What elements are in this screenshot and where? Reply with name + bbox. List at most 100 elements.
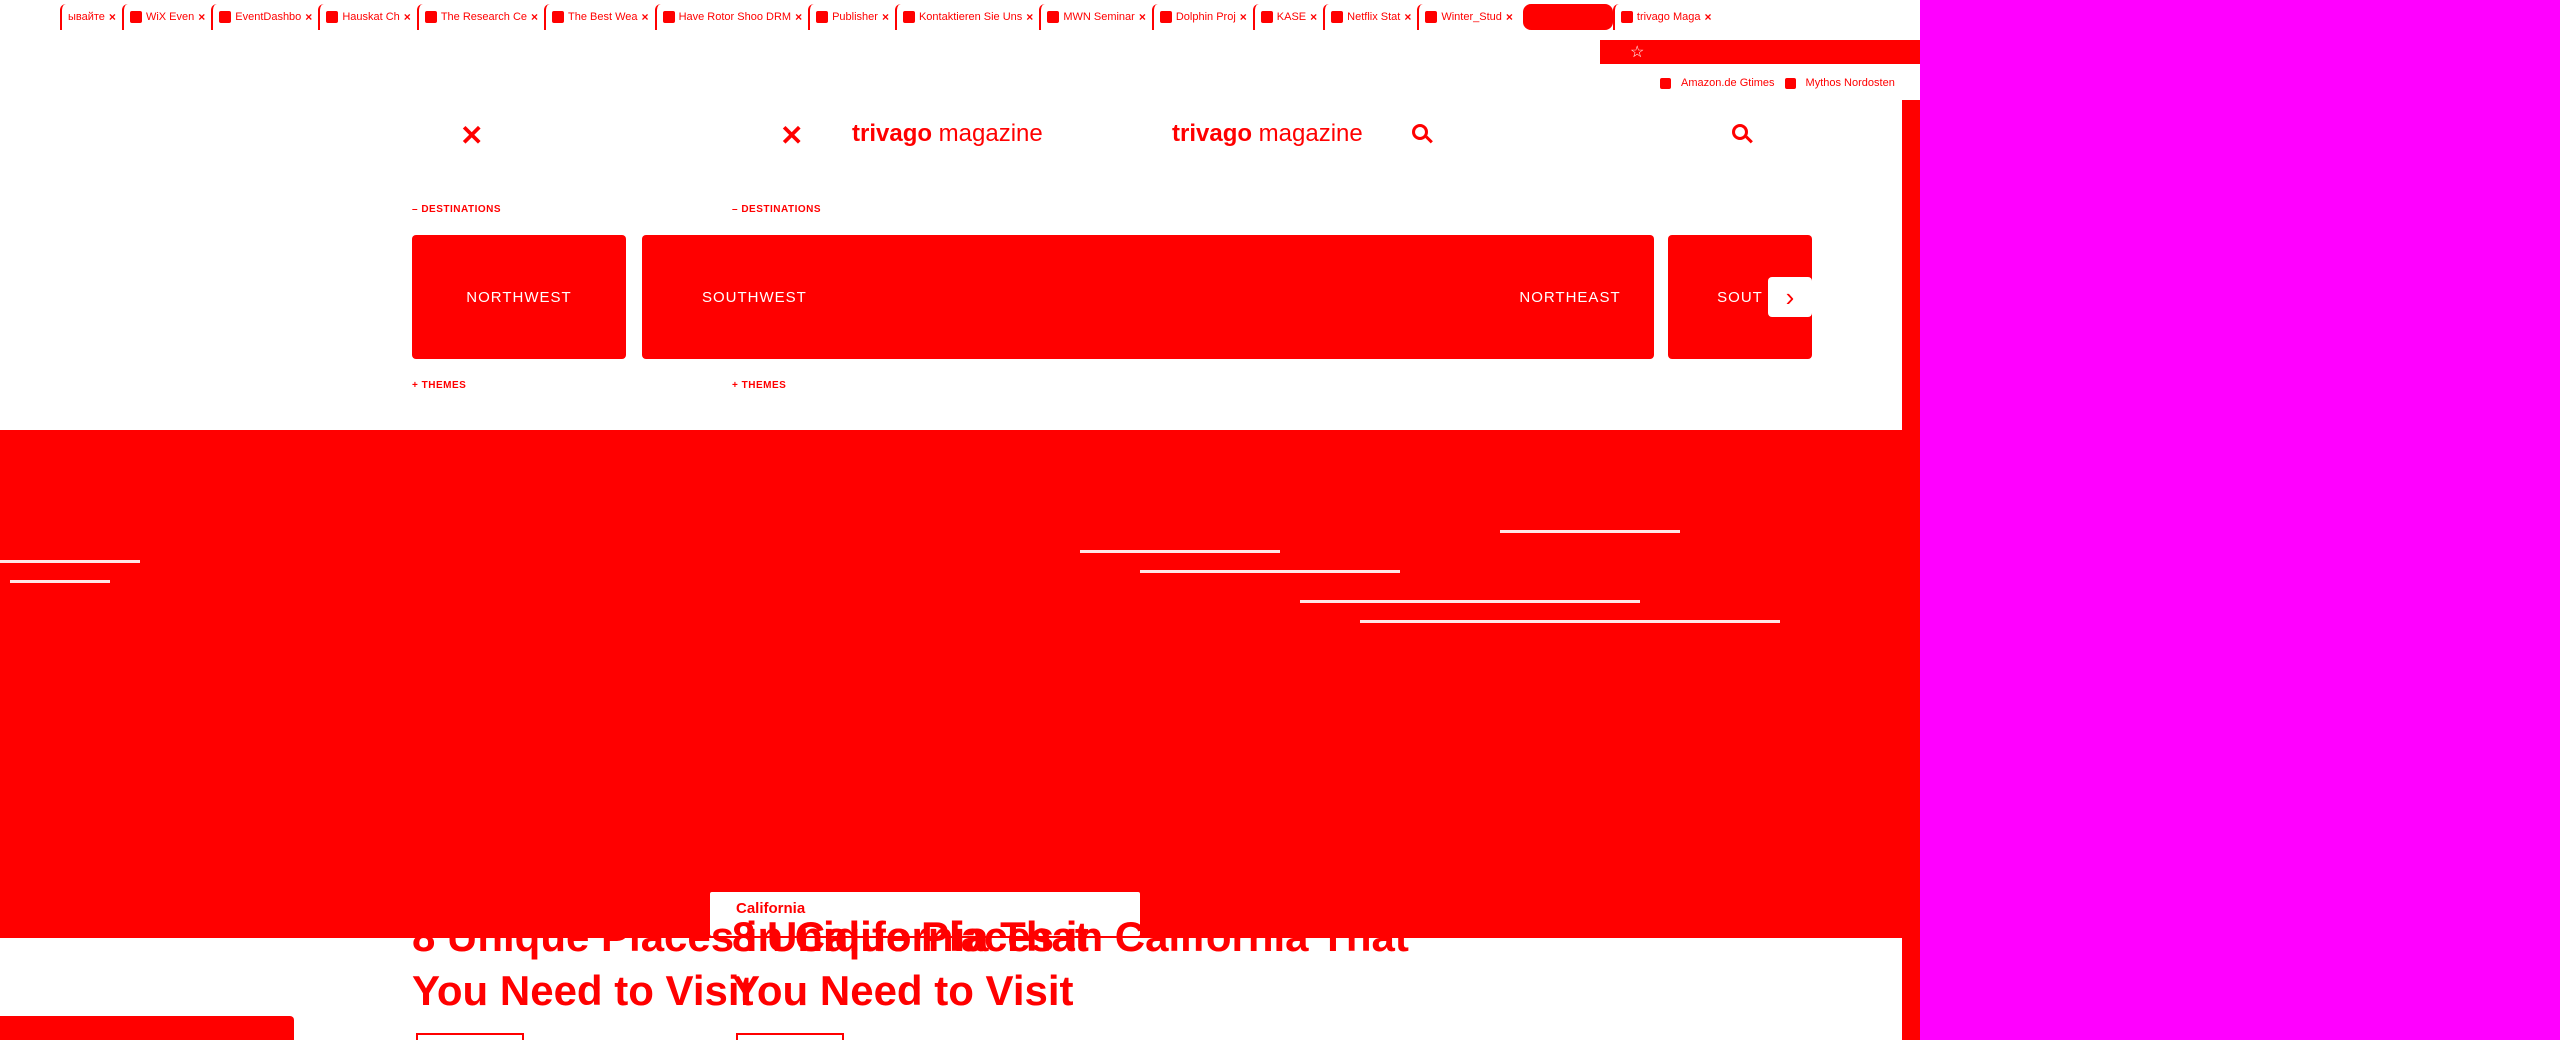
bookmark-icon bbox=[1784, 77, 1796, 89]
destination-card[interactable]: NORTHWEST bbox=[412, 235, 626, 359]
browser-tab[interactable]: WiX Even × bbox=[121, 4, 211, 30]
favicon-icon bbox=[1331, 11, 1344, 23]
browser-tab[interactable]: KASE × bbox=[1252, 4, 1323, 30]
site-header: ✕ ✕ trivago magazine trivago magazine bbox=[420, 108, 1820, 164]
destination-card[interactable]: NORTHEAST bbox=[1486, 235, 1654, 359]
tab-label: KASE bbox=[1276, 11, 1307, 23]
tab-label: Kontaktieren Sie Uns bbox=[918, 11, 1023, 23]
article-title[interactable]: 8 Unique Places in California That You N… bbox=[732, 910, 1409, 1018]
favicon-icon bbox=[902, 11, 915, 23]
close-icon[interactable]: × bbox=[404, 10, 411, 24]
title-line: 8 Unique Places in California That bbox=[732, 913, 1409, 960]
tab-label: Hauskat Ch bbox=[342, 11, 400, 23]
bookmark-icon bbox=[1660, 77, 1671, 89]
destination-label: SOUT bbox=[1717, 288, 1763, 306]
title-line: You Need to Visit bbox=[732, 967, 1074, 1014]
logo[interactable]: trivago magazine bbox=[1172, 120, 1363, 148]
favicon-icon bbox=[1425, 11, 1438, 23]
close-icon[interactable]: × bbox=[305, 10, 312, 24]
browser-tab[interactable]: Dolphin Proj × bbox=[1151, 4, 1253, 30]
themes-label[interactable]: + THEMES bbox=[412, 380, 466, 391]
browser-tab[interactable]: Publisher × bbox=[808, 4, 895, 30]
favicon-icon bbox=[1047, 11, 1060, 23]
browser-tab[interactable]: Have Rotor Shoo DRM × bbox=[654, 4, 809, 30]
close-icon[interactable]: × bbox=[1026, 10, 1033, 24]
close-icon[interactable]: × bbox=[1240, 10, 1247, 24]
chevron-right-icon[interactable]: › bbox=[1768, 277, 1812, 317]
destinations-label[interactable]: – DESTINATIONS bbox=[732, 204, 821, 215]
close-icon[interactable]: × bbox=[1139, 10, 1146, 24]
close-icon[interactable]: × bbox=[795, 10, 802, 24]
address-bar[interactable]: ☆ bbox=[1600, 40, 1920, 64]
close-icon[interactable]: × bbox=[1506, 10, 1513, 24]
browser-tab-active[interactable]: trivago Maga × bbox=[1612, 4, 1718, 30]
favicon-icon bbox=[219, 11, 232, 23]
new-tab-area[interactable] bbox=[1522, 4, 1613, 30]
logo[interactable]: trivago magazine bbox=[852, 120, 1043, 148]
tab-label: Winter_Stud bbox=[1441, 11, 1502, 23]
favicon-icon bbox=[816, 11, 829, 23]
destination-label: NORTHEAST bbox=[1519, 288, 1621, 306]
logo-rest: magazine bbox=[1252, 120, 1363, 147]
tab-label: The Best Wea bbox=[568, 11, 638, 23]
tab-label: MWN Seminar bbox=[1063, 11, 1135, 23]
bookmark-item[interactable]: Amazon.de Gtimes bbox=[1681, 77, 1775, 89]
title-line: You Need to Visit bbox=[412, 967, 754, 1014]
browser-window: ывайте × WiX Even × EventDashbo × Hauskat C… bbox=[0, 0, 1920, 1040]
scrollbar[interactable] bbox=[1902, 100, 1920, 1040]
browser-tab[interactable]: ывайте × bbox=[60, 4, 122, 30]
close-icon[interactable]: × bbox=[109, 10, 116, 24]
logo-rest: magazine bbox=[932, 120, 1043, 147]
destination-label: NORTHWEST bbox=[466, 288, 572, 306]
browser-tab[interactable]: MWN Seminar × bbox=[1039, 4, 1152, 30]
bottom-panel[interactable] bbox=[0, 1016, 294, 1040]
logo-bold: trivago bbox=[852, 120, 933, 147]
search-icon[interactable] bbox=[1732, 124, 1754, 146]
close-icon[interactable]: × bbox=[531, 10, 538, 24]
tab-label: The Research Ce bbox=[440, 11, 528, 23]
close-icon[interactable]: ✕ bbox=[780, 122, 803, 150]
close-icon[interactable]: ✕ bbox=[460, 122, 483, 150]
tab-label: Publisher bbox=[832, 11, 878, 23]
browser-tab[interactable]: EventDashbo × bbox=[211, 4, 318, 30]
search-icon[interactable] bbox=[1412, 124, 1434, 146]
browser-tab[interactable]: Winter_Stud × bbox=[1417, 4, 1519, 30]
tab-label: trivago Maga bbox=[1636, 11, 1701, 23]
close-icon[interactable]: × bbox=[1310, 10, 1317, 24]
destination-carousel: NORTHWEST SOUTHWEST NORTHEAST SOUT › bbox=[412, 235, 1812, 359]
favicon-icon bbox=[662, 11, 675, 23]
tab-label: EventDashbo bbox=[235, 11, 302, 23]
read-more-button[interactable] bbox=[416, 1033, 524, 1040]
themes-label[interactable]: + THEMES bbox=[732, 380, 786, 391]
star-icon[interactable]: ☆ bbox=[1630, 42, 1644, 62]
tab-label: WiX Even bbox=[145, 11, 195, 23]
tab-label: Have Rotor Shoo DRM bbox=[678, 11, 792, 23]
favicon-icon bbox=[129, 11, 142, 23]
logo-bold: trivago bbox=[1172, 120, 1253, 147]
favicon-icon bbox=[326, 11, 339, 23]
browser-tab[interactable]: Hauskat Ch × bbox=[318, 4, 417, 30]
close-icon[interactable]: × bbox=[1404, 10, 1411, 24]
tab-strip: ывайте × WiX Even × EventDashbo × Hauskat C… bbox=[0, 0, 1920, 34]
tab-label: Netflix Stat bbox=[1347, 11, 1401, 23]
favicon-icon bbox=[424, 11, 437, 23]
close-icon[interactable]: × bbox=[198, 10, 205, 24]
destinations-label[interactable]: – DESTINATIONS bbox=[412, 204, 501, 215]
hero-image bbox=[0, 430, 1902, 938]
close-icon[interactable]: × bbox=[642, 10, 649, 24]
favicon-icon bbox=[1620, 11, 1633, 23]
favicon-icon bbox=[1260, 11, 1273, 23]
bookmarks-bar: Amazon.de Gtimes Mythos Nordosten bbox=[1660, 72, 1920, 94]
close-icon[interactable]: × bbox=[1705, 10, 1712, 24]
browser-tab[interactable]: The Best Wea × bbox=[544, 4, 655, 30]
browser-tab[interactable]: Kontaktieren Sie Uns × bbox=[894, 4, 1039, 30]
bookmark-item[interactable]: Mythos Nordosten bbox=[1806, 77, 1895, 89]
browser-tab[interactable]: The Research Ce × bbox=[416, 4, 544, 30]
favicon-icon bbox=[1159, 11, 1172, 23]
destination-label: SOUTHWEST bbox=[702, 288, 807, 306]
read-more-button[interactable] bbox=[736, 1033, 844, 1040]
tab-label: Dolphin Proj bbox=[1175, 11, 1236, 23]
browser-tab[interactable]: Netflix Stat × bbox=[1323, 4, 1417, 30]
tab-label: ывайте bbox=[68, 11, 105, 23]
close-icon[interactable]: × bbox=[882, 10, 889, 24]
